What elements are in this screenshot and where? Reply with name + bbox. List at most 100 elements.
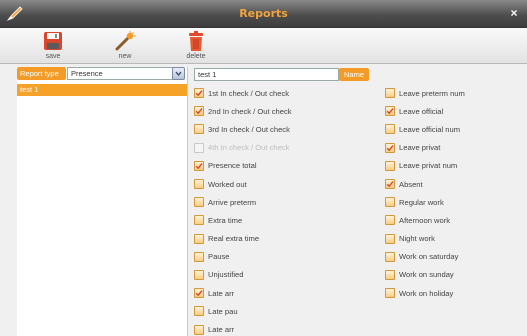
checkbox-row-late-pau[interactable]: Late pau <box>194 302 364 320</box>
checkbox-label: 4th In check / Out check <box>208 143 290 153</box>
checkbox-row-real-extra-time[interactable]: Real extra time <box>194 230 364 248</box>
checkbox-real-extra-time[interactable] <box>194 233 204 244</box>
check-icon <box>195 290 203 297</box>
checkbox-label: 2nd In check / Out check <box>208 106 292 116</box>
checkbox-row-leave-official[interactable]: Leave official <box>385 102 525 120</box>
checkbox-late-pau[interactable] <box>194 306 204 317</box>
checkbox-leave-privat-num[interactable] <box>385 160 395 171</box>
checkbox-1st-in-check-out-check[interactable] <box>194 88 204 99</box>
checkbox-arrive-preterm[interactable] <box>194 197 204 208</box>
close-icon[interactable]: × <box>506 5 522 21</box>
report-type-label: Report type <box>17 67 66 80</box>
checkbox-label: Afternoon work <box>399 215 451 225</box>
checkbox-leave-official[interactable] <box>385 106 395 117</box>
checkbox-row-3rd-in-check-out-check[interactable]: 3rd In check / Out check <box>194 120 364 138</box>
checkbox-worked-out[interactable] <box>194 179 204 190</box>
report-options-pane: test 1 Name 1st In check / Out check 2nd … <box>188 67 527 336</box>
checkbox-work-on-saturday[interactable] <box>385 251 395 262</box>
checkbox-work-on-sunday[interactable] <box>385 269 395 280</box>
checkbox-row-work-on-holiday[interactable]: Work on holiday <box>385 284 525 302</box>
checkbox-leave-preterm-num[interactable] <box>385 88 395 99</box>
checkbox-leave-privat[interactable] <box>385 142 395 153</box>
checkbox-label: Leave privat num <box>399 161 458 171</box>
report-type-select[interactable]: Presence <box>67 67 177 80</box>
checkbox-row-presence-total[interactable]: Presence total <box>194 157 364 175</box>
delete-button[interactable]: delete <box>176 30 216 62</box>
options-column-left: 1st In check / Out check 2nd In check / O… <box>194 84 364 336</box>
checkbox-row-extra-time[interactable]: Extra time <box>194 211 364 229</box>
checkbox-afternoon-work[interactable] <box>385 215 395 226</box>
checkbox-label: Work on sunday <box>399 270 454 280</box>
checkbox-label: Leave privat <box>399 143 441 153</box>
checkbox-night-work[interactable] <box>385 233 395 244</box>
reports-window: Reports × save new delete Report type Pr… <box>0 0 527 336</box>
checkbox-row-leave-privat[interactable]: Leave privat <box>385 139 525 157</box>
checkbox-row-leave-privat-num[interactable]: Leave privat num <box>385 157 525 175</box>
delete-label: delete <box>186 53 206 60</box>
checkbox-row-unjustified[interactable]: Unjustified <box>194 266 364 284</box>
list-item[interactable]: test 1 <box>17 84 187 96</box>
check-icon <box>386 144 394 151</box>
checkbox-row-leave-official-num[interactable]: Leave official num <box>385 120 525 138</box>
checkbox-label: Late pau <box>208 306 238 316</box>
checkbox-label: Presence total <box>208 161 257 171</box>
checkbox-row-late-arr[interactable]: Late arr <box>194 320 364 336</box>
checkbox-row-afternoon-work[interactable]: Afternoon work <box>385 211 525 229</box>
check-icon <box>386 108 394 115</box>
checkbox-row-arrive-preterm[interactable]: Arrive preterm <box>194 193 364 211</box>
checkbox-label: Arrive preterm <box>208 197 257 207</box>
new-button[interactable]: new <box>105 30 145 62</box>
checkbox-3rd-in-check-out-check[interactable] <box>194 124 204 135</box>
checkbox-label: Late arr <box>208 288 235 298</box>
checkbox-row-absent[interactable]: Absent <box>385 175 525 193</box>
checkbox-label: Absent <box>399 179 423 189</box>
checkbox-row-1st-in-check-out-check[interactable]: 1st In check / Out check <box>194 84 364 102</box>
checkbox-label: 3rd In check / Out check <box>208 124 290 134</box>
checkbox-label: Late arr <box>208 325 235 335</box>
checkbox-label: Pause <box>208 252 230 262</box>
checkbox-4th-in-check-out-check <box>194 142 204 153</box>
checkbox-presence-total[interactable] <box>194 160 204 171</box>
checkbox-row-2nd-in-check-out-check[interactable]: 2nd In check / Out check <box>194 102 364 120</box>
checkbox-label: 1st In check / Out check <box>208 88 290 98</box>
reports-list-pane: Report type Presence test 1 <box>17 67 188 336</box>
checkbox-row-4th-in-check-out-check[interactable]: 4th In check / Out check <box>194 139 364 157</box>
checkbox-row-regular-work[interactable]: Regular work <box>385 193 525 211</box>
magic-wand-icon <box>115 31 136 51</box>
check-icon <box>195 162 203 170</box>
check-icon <box>386 181 394 188</box>
checkbox-label: Unjustified <box>208 270 244 280</box>
checkbox-leave-official-num[interactable] <box>385 124 395 135</box>
checkbox-row-late-arr[interactable]: Late arr <box>194 284 364 302</box>
checkbox-extra-time[interactable] <box>194 215 204 226</box>
trash-can-icon <box>189 31 203 51</box>
checkbox-label: Worked out <box>208 179 247 189</box>
checkbox-row-worked-out[interactable]: Worked out <box>194 175 364 193</box>
save-label: save <box>45 53 61 60</box>
checkbox-pause[interactable] <box>194 251 204 262</box>
checkbox-row-pause[interactable]: Pause <box>194 248 364 266</box>
checkbox-regular-work[interactable] <box>385 197 395 208</box>
checkbox-late-arr[interactable] <box>194 324 204 335</box>
title-bar[interactable]: Reports × <box>0 0 527 28</box>
checkbox-label: Leave official <box>399 106 444 116</box>
checkbox-row-leave-preterm-num[interactable]: Leave preterm num <box>385 84 525 102</box>
checkbox-label: Extra time <box>208 215 243 225</box>
name-input[interactable]: test 1 <box>194 68 339 81</box>
reports-list: test 1 <box>17 84 187 334</box>
save-button[interactable]: save <box>33 30 73 62</box>
checkbox-row-work-on-saturday[interactable]: Work on saturday <box>385 248 525 266</box>
checkbox-unjustified[interactable] <box>194 269 204 280</box>
checkbox-work-on-holiday[interactable] <box>385 288 395 299</box>
checkbox-late-arr[interactable] <box>194 288 204 299</box>
check-icon <box>195 90 203 97</box>
report-type-dropdown-button[interactable] <box>172 67 185 80</box>
checkbox-2nd-in-check-out-check[interactable] <box>194 106 204 117</box>
checkbox-row-night-work[interactable]: Night work <box>385 230 525 248</box>
checkbox-absent[interactable] <box>385 179 395 190</box>
name-label: Name <box>339 68 369 81</box>
checkbox-row-work-on-sunday[interactable]: Work on sunday <box>385 266 525 284</box>
dropdown-icon <box>175 71 182 77</box>
checkbox-label: Night work <box>399 234 435 244</box>
checkbox-label: Leave preterm num <box>399 88 465 98</box>
